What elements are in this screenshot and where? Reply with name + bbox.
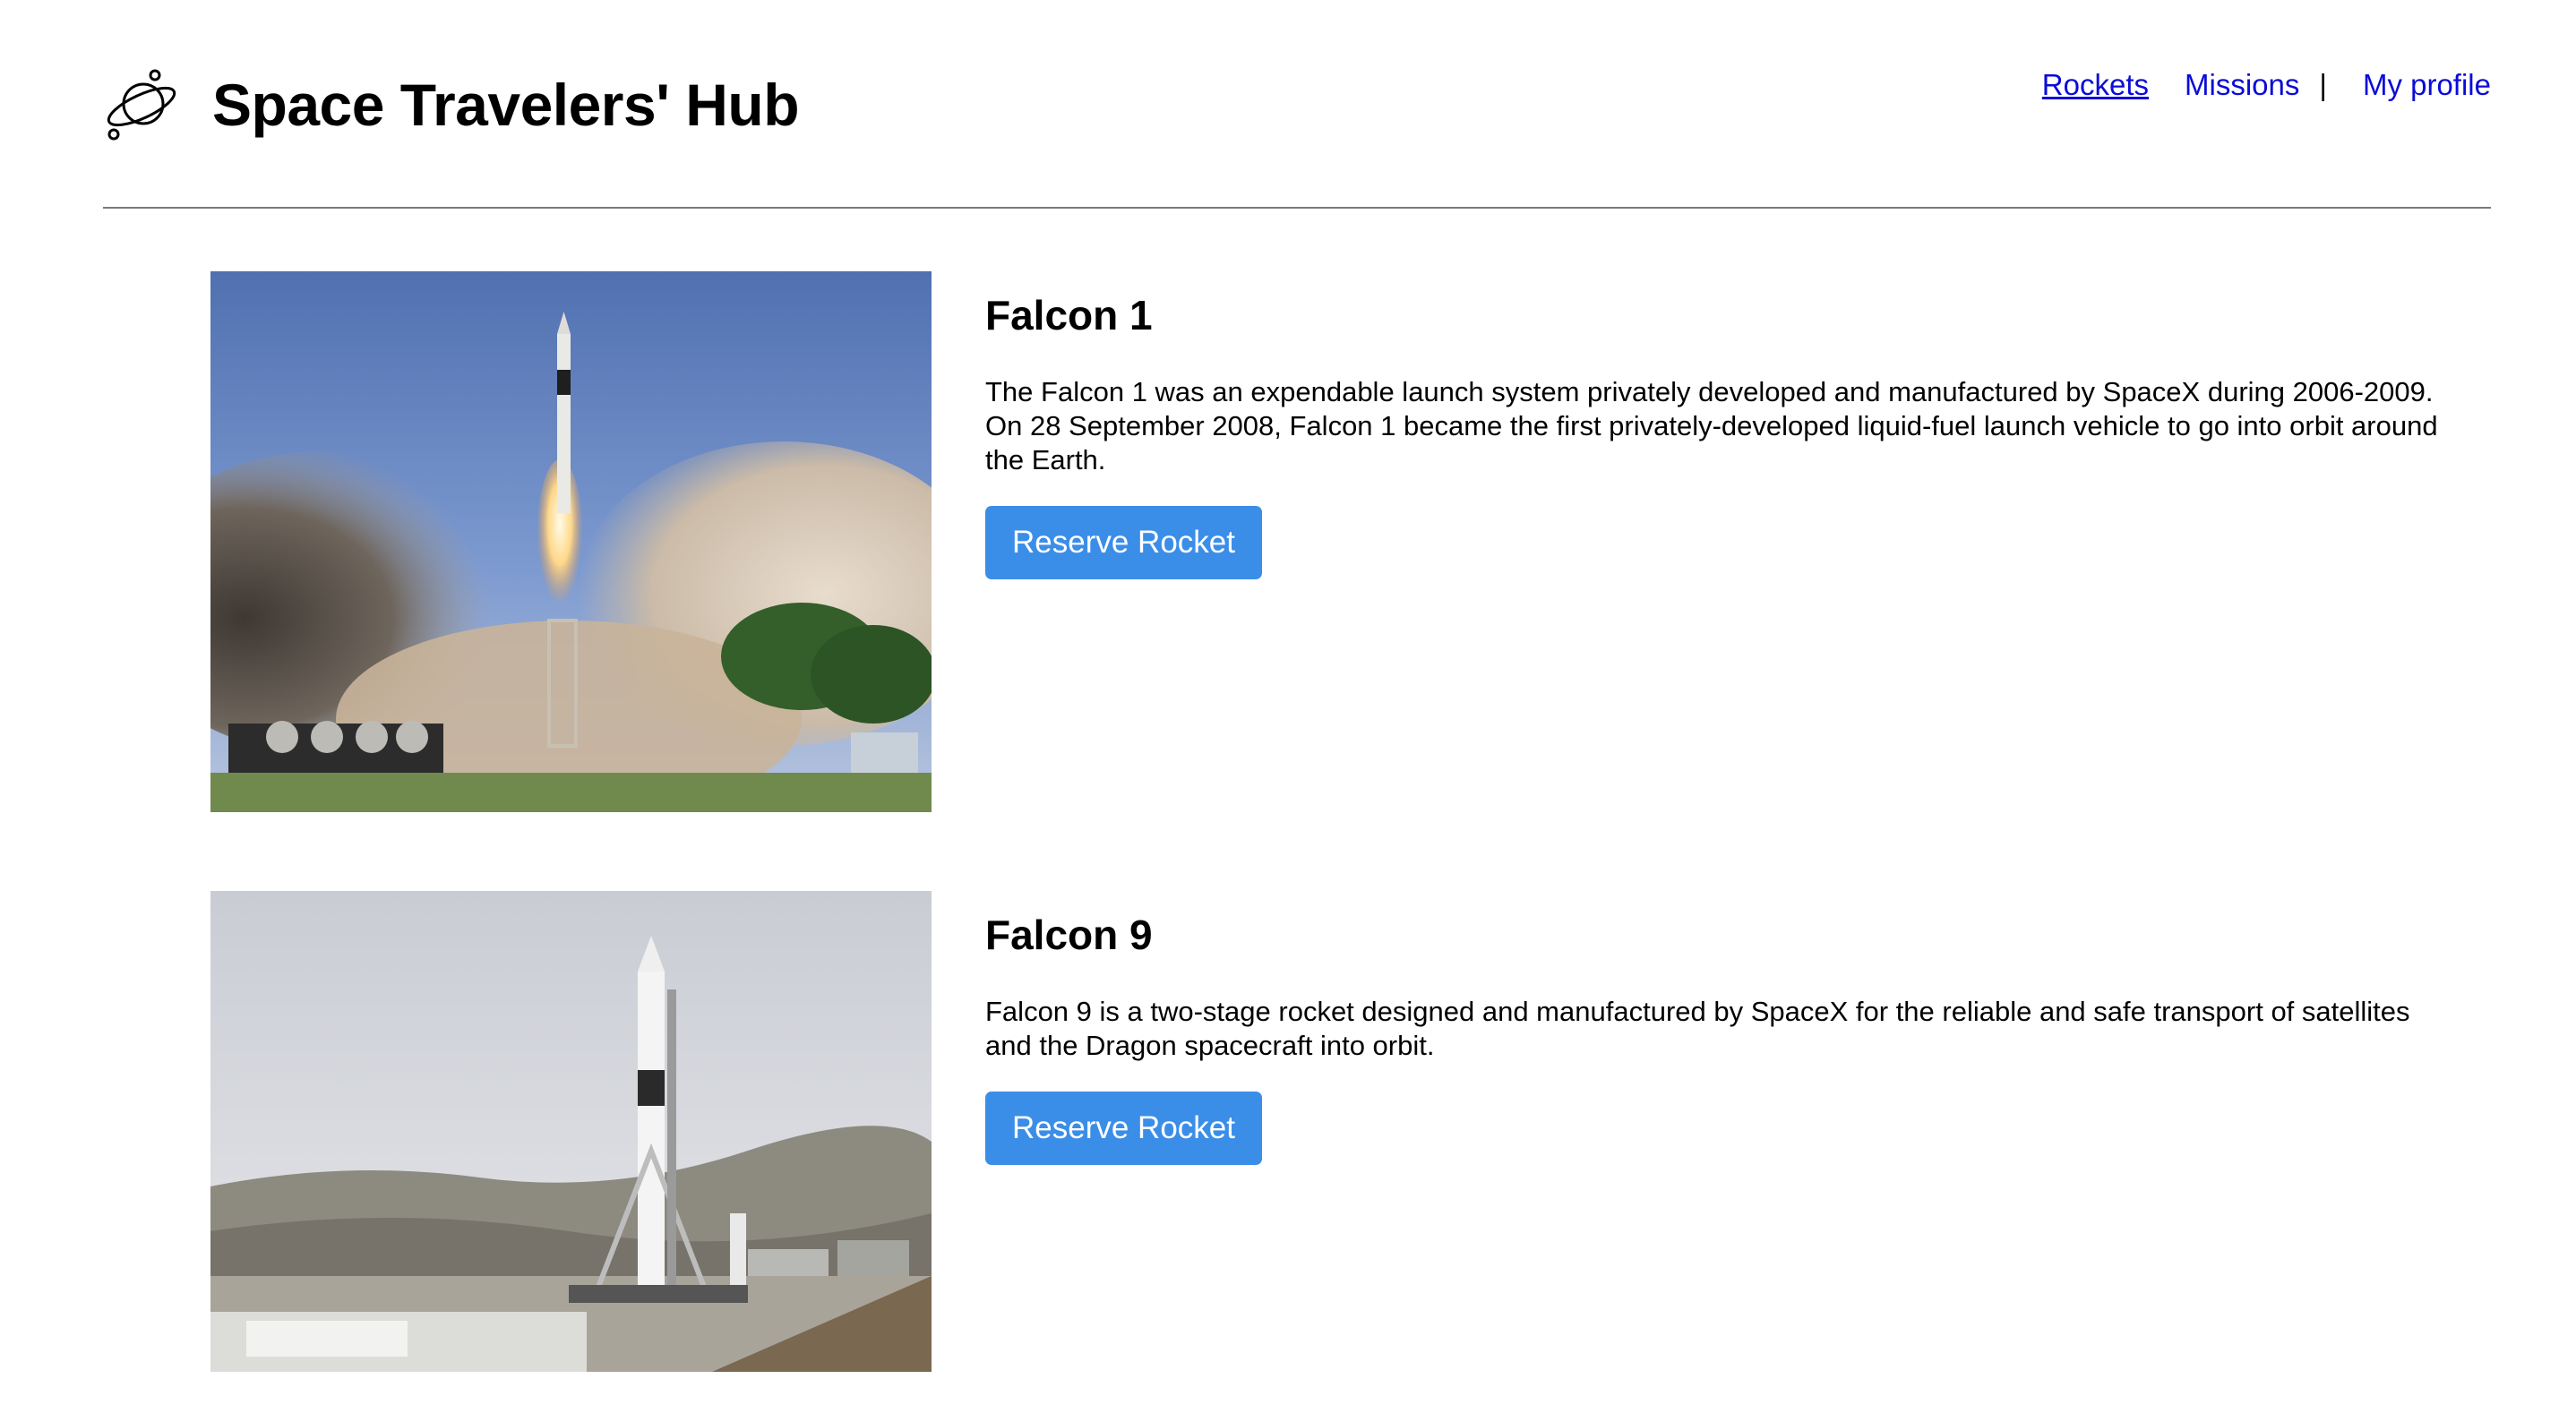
rocket-card: Falcon 9 Falcon 9 is a two-stage rocket … — [210, 891, 2450, 1372]
rocket-description: The Falcon 1 was an expendable launch sy… — [985, 376, 2438, 475]
rocket-name: Falcon 9 — [985, 912, 1153, 958]
site-title: Space Travelers' Hub — [212, 72, 800, 138]
planet-icon — [107, 69, 176, 141]
main-nav: Rockets Missions | My profile — [2042, 68, 2491, 102]
rocket-image — [210, 271, 932, 812]
rocket-image — [210, 891, 932, 1372]
reserve-rocket-button[interactable]: Reserve Rocket — [985, 1092, 1262, 1165]
nav-separator: | — [2319, 68, 2327, 101]
rocket-card: Falcon 1 The Falcon 1 was an expendable … — [210, 271, 2450, 812]
nav-link-rockets[interactable]: Rockets — [2042, 68, 2149, 102]
header: Space Travelers' Hub Rockets Missions | … — [103, 56, 2491, 154]
nav-link-missions[interactable]: Missions — [2185, 68, 2299, 102]
rocket-name: Falcon 1 — [985, 292, 1153, 338]
brand[interactable]: Space Travelers' Hub — [103, 66, 800, 143]
rocket-description: Falcon 9 is a two-stage rocket designed … — [985, 996, 2410, 1061]
reserve-rocket-button[interactable]: Reserve Rocket — [985, 506, 1262, 579]
nav-link-my-profile[interactable]: My profile — [2363, 68, 2491, 102]
rocket-details: Falcon 1 The Falcon 1 was an expendable … — [985, 271, 2454, 579]
rocket-details: Falcon 9 Falcon 9 is a two-stage rocket … — [985, 891, 2454, 1165]
header-divider — [103, 207, 2491, 209]
page: Space Travelers' Hub Rockets Missions | … — [0, 0, 2576, 1413]
